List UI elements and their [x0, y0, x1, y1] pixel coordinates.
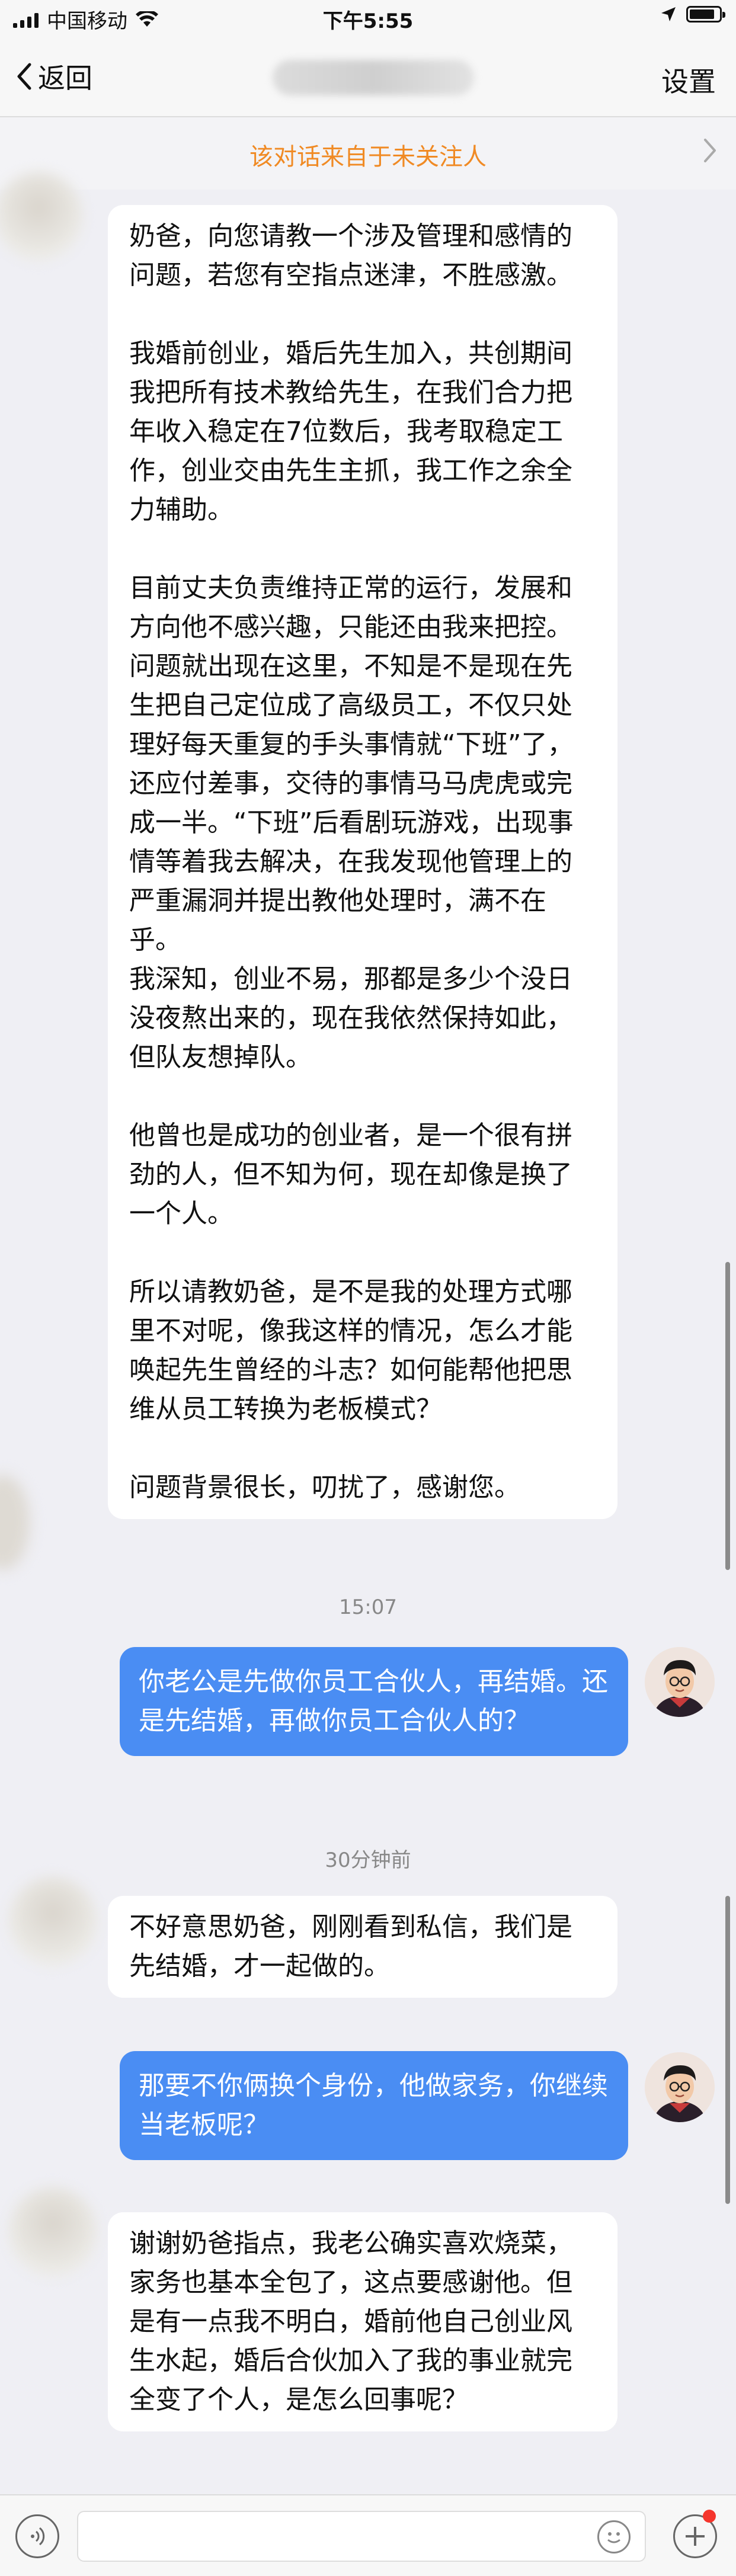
message-paragraph: 奶爸，向您请教一个涉及管理和感情的问题，若您有空指点迷津，不胜感激。	[129, 221, 572, 290]
sender-avatar[interactable]	[8, 1877, 97, 1966]
clock: 下午5:55	[322, 9, 414, 33]
timestamp: 30分钟前	[325, 1848, 411, 1872]
my-avatar[interactable]	[645, 1647, 715, 1717]
message-paragraph: 我深知，创业不易，那都是多少个没日没夜熬出来的，现在我依然保持如此，但队友想掉队…	[129, 964, 572, 1072]
nav-bar: 返回 设置	[0, 39, 736, 117]
message-text: 谢谢奶爸指点，我老公确实喜欢烧菜，家务也基本全包了，这点要感谢他。但是有一点我不…	[129, 2228, 572, 2415]
status-bar: 中国移动 下午5:55	[0, 0, 736, 39]
scroll-indicator	[725, 1896, 730, 2204]
sender-avatar[interactable]	[8, 2187, 97, 2276]
sender-avatar-edge	[0, 1475, 30, 1570]
message-bubble[interactable]: 奶爸，向您请教一个涉及管理和感情的问题，若您有空指点迷津，不胜感激。 我婚前创业…	[108, 205, 617, 1519]
notice-text: 该对话来自于未关注人	[249, 143, 487, 171]
scroll-indicator	[725, 1262, 730, 1570]
chevron-left-icon	[17, 63, 31, 90]
notification-dot	[703, 2510, 716, 2523]
message-paragraph: 问题就出现在这里，不知是不是现在先生把自己定位成了高级员工，不仅只处理好每天重复…	[129, 651, 574, 955]
input-bar	[0, 2494, 736, 2576]
message-bubble-mine[interactable]: 那要不你俩换个身份，他做家务，你继续当老板呢？	[120, 2051, 628, 2160]
emoji-button[interactable]	[597, 2520, 631, 2553]
voice-icon	[31, 2527, 45, 2546]
avatar-portrait-icon	[645, 2052, 715, 2122]
message-bubble-mine[interactable]: 你老公是先做你员工合伙人，再结婚。还是先结婚，再做你员工合伙人的？	[120, 1647, 628, 1756]
settings-button[interactable]: 设置	[661, 60, 716, 100]
avatar-portrait-icon	[645, 1647, 715, 1717]
contact-name-blurred	[273, 60, 474, 95]
message-text: 你老公是先做你员工合伙人，再结婚。还是先结婚，再做你员工合伙人的？	[139, 1667, 608, 1736]
message-paragraph: 他曾也是成功的创业者，是一个很有拼劲的人，但不知为何，现在却像是换了一个人。	[129, 1120, 572, 1229]
message-input[interactable]	[77, 2511, 646, 2562]
back-button[interactable]: 返回	[15, 57, 92, 96]
unfollowed-notice[interactable]: 该对话来自于未关注人	[0, 117, 736, 190]
timestamp: 15:07	[339, 1595, 397, 1619]
message-paragraph: 目前丈夫负责维持正常的运行，发展和方向他不感兴趣，只能还由我来把控。	[129, 573, 572, 642]
back-label: 返回	[38, 62, 92, 94]
message-bubble[interactable]: 谢谢奶爸指点，我老公确实喜欢烧菜，家务也基本全包了，这点要感谢他。但是有一点我不…	[108, 2212, 617, 2431]
message-paragraph: 问题背景很长，叨扰了，感谢您。	[129, 1472, 520, 1502]
my-avatar[interactable]	[645, 2052, 715, 2122]
message-paragraph: 所以请教奶爸，是不是我的处理方式哪里不对呢，像我这样的情况，怎么才能唤起先生曾经…	[129, 1277, 572, 1424]
location-arrow-icon	[661, 7, 676, 21]
battery-icon	[686, 6, 725, 23]
voice-button[interactable]	[15, 2514, 59, 2558]
sender-avatar[interactable]	[0, 172, 83, 261]
message-text: 不好意思奶爸，刚刚看到私信，我们是先结婚，才一起做的。	[129, 1912, 572, 1981]
emoji-icon	[607, 2532, 620, 2543]
message-paragraph: 我婚前创业，婚后先生加入，共创期间我把所有技术教给先生，在我们合力把年收入稳定在…	[129, 338, 572, 525]
message-text: 那要不你俩换个身份，他做家务，你继续当老板呢？	[139, 2071, 608, 2140]
message-bubble[interactable]: 不好意思奶爸，刚刚看到私信，我们是先结婚，才一起做的。	[108, 1896, 617, 1998]
chevron-right-icon	[704, 139, 716, 162]
